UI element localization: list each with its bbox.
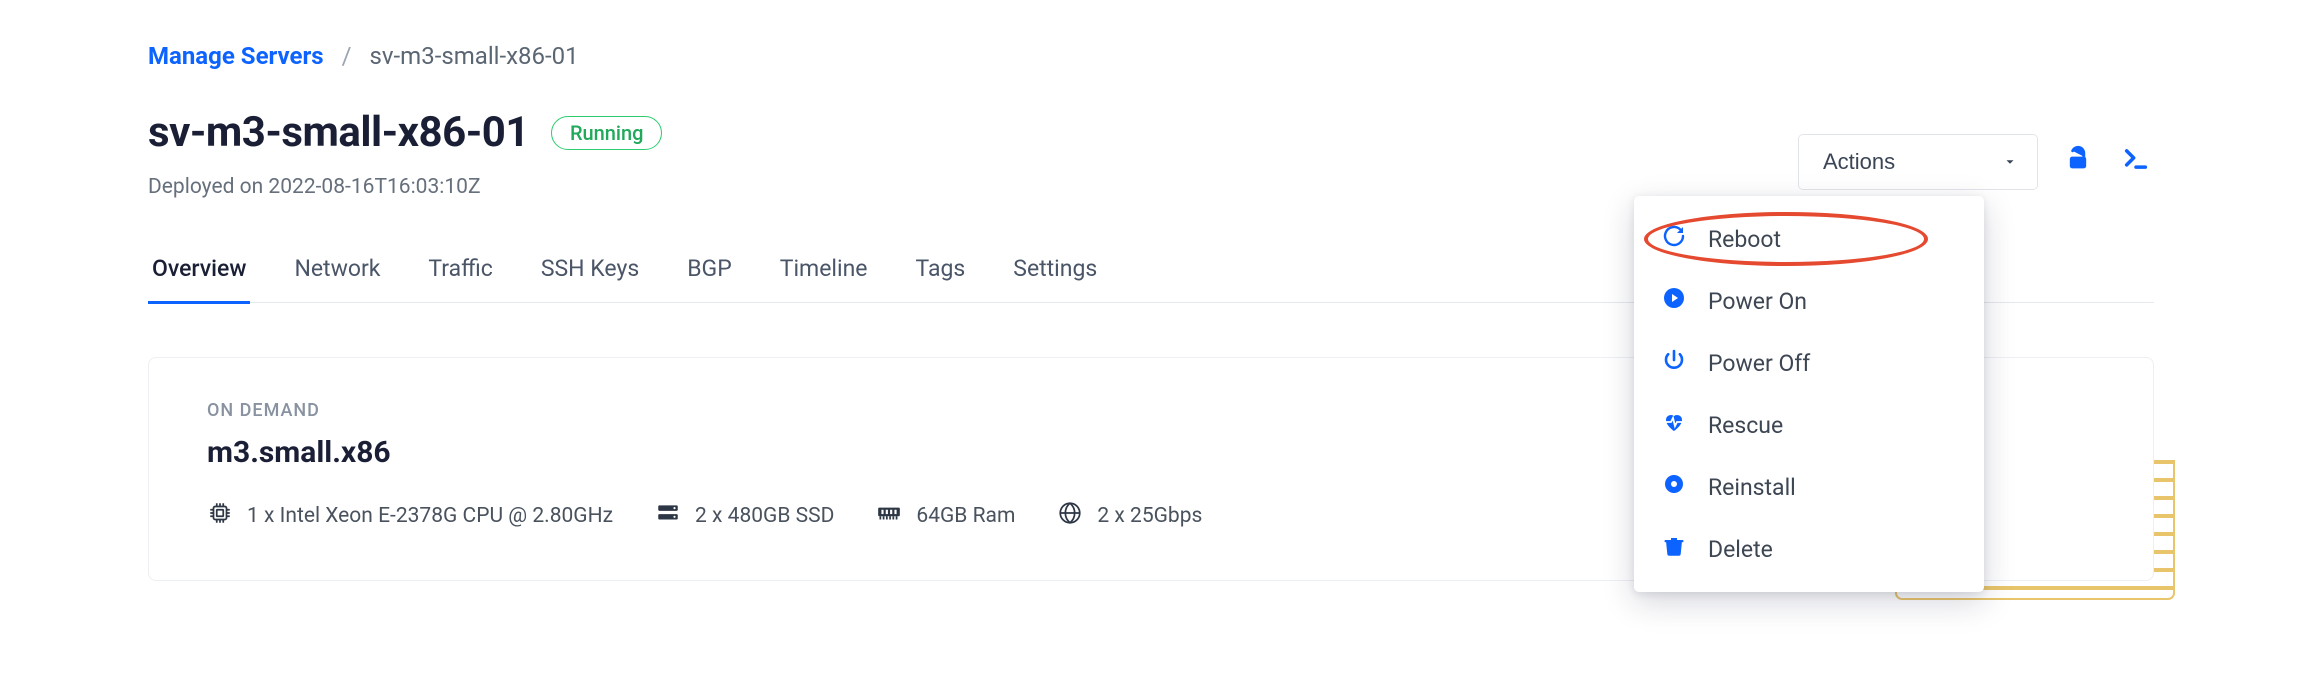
actions-dropdown-button[interactable]: Actions	[1798, 134, 2038, 190]
play-circle-icon	[1662, 286, 1686, 316]
tab-bgp[interactable]: BGP	[683, 239, 736, 302]
trash-icon	[1662, 534, 1686, 564]
disc-icon	[1662, 472, 1686, 502]
ram-icon	[876, 500, 902, 532]
menu-item-label: Rescue	[1708, 412, 1783, 439]
deployed-prefix: Deployed on	[148, 175, 268, 199]
menu-item-label: Power On	[1708, 288, 1807, 315]
status-badge: Running	[551, 116, 663, 150]
heartbeat-icon	[1662, 410, 1686, 440]
disk-icon	[655, 500, 681, 532]
breadcrumb-root-link[interactable]: Manage Servers	[148, 42, 324, 70]
breadcrumb-separator: /	[342, 42, 352, 70]
spec-cpu: 1 x Intel Xeon E-2378G CPU @ 2.80GHz	[207, 500, 613, 532]
menu-item-reboot[interactable]: Reboot	[1634, 208, 1984, 270]
spec-net-label: 2 x 25Gbps	[1097, 504, 1202, 528]
spec-net: 2 x 25Gbps	[1057, 500, 1202, 532]
spec-disk: 2 x 480GB SSD	[655, 500, 834, 532]
spec-cpu-label: 1 x Intel Xeon E-2378G CPU @ 2.80GHz	[247, 504, 613, 528]
breadcrumb: Manage Servers / sv-m3-small-x86-01	[148, 42, 2154, 70]
tab-settings[interactable]: Settings	[1009, 239, 1101, 302]
power-icon	[1662, 348, 1686, 378]
tab-tags[interactable]: Tags	[912, 239, 970, 302]
cpu-icon	[207, 500, 233, 532]
highlight-ellipse	[1644, 212, 1928, 266]
unlock-icon	[2064, 145, 2092, 179]
actions-menu: Reboot Power On Power Off Rescue Reinsta…	[1634, 196, 1984, 592]
menu-item-poweroff[interactable]: Power Off	[1634, 332, 1984, 394]
tab-timeline[interactable]: Timeline	[776, 239, 872, 302]
tab-traffic[interactable]: Traffic	[424, 239, 496, 302]
globe-icon	[1057, 500, 1083, 532]
reboot-icon	[1662, 224, 1686, 254]
menu-item-reinstall[interactable]: Reinstall	[1634, 456, 1984, 518]
menu-item-label: Power Off	[1708, 350, 1810, 377]
tab-overview[interactable]: Overview	[148, 239, 250, 302]
caret-down-icon	[2003, 149, 2017, 175]
unlock-button[interactable]	[2060, 144, 2096, 180]
tab-sshkeys[interactable]: SSH Keys	[537, 239, 643, 302]
menu-item-rescue[interactable]: Rescue	[1634, 394, 1984, 456]
menu-item-label: Delete	[1708, 536, 1773, 563]
terminal-icon	[2122, 145, 2150, 179]
menu-item-label: Reinstall	[1708, 474, 1796, 501]
action-strip: Actions	[1798, 134, 2154, 190]
menu-item-poweron[interactable]: Power On	[1634, 270, 1984, 332]
spec-disk-label: 2 x 480GB SSD	[695, 504, 834, 528]
spec-ram: 64GB Ram	[876, 500, 1015, 532]
menu-item-label: Reboot	[1708, 226, 1781, 253]
menu-item-delete[interactable]: Delete	[1634, 518, 1984, 580]
actions-button-label: Actions	[1823, 149, 1895, 175]
console-button[interactable]	[2118, 144, 2154, 180]
deployed-timestamp: 2022-08-16T16:03:10Z	[268, 175, 480, 199]
spec-ram-label: 64GB Ram	[916, 504, 1015, 528]
tab-network[interactable]: Network	[290, 239, 384, 302]
page-title: sv-m3-small-x86-01	[148, 108, 529, 157]
breadcrumb-current: sv-m3-small-x86-01	[370, 42, 579, 70]
